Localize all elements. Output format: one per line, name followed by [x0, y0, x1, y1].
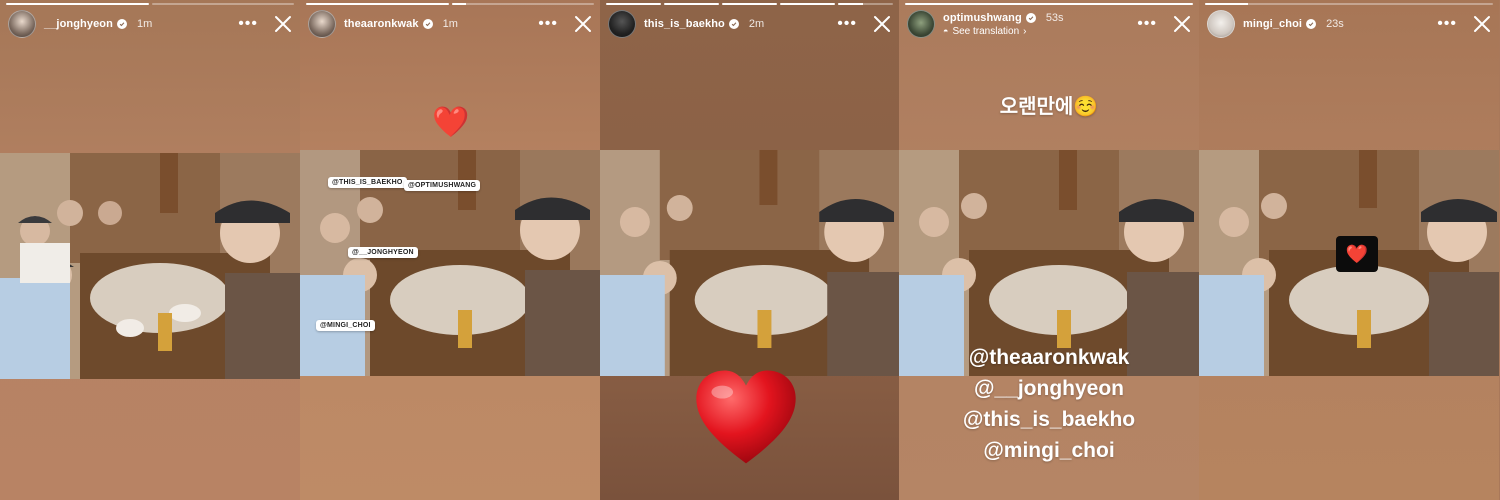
verified-badge-icon: [1306, 19, 1317, 29]
story-meta: theaaronkwak 1m: [344, 18, 458, 30]
avatar[interactable]: [1207, 10, 1235, 38]
post-time: 23s: [1326, 18, 1344, 30]
close-icon[interactable]: [274, 15, 292, 33]
story-controls: •••: [538, 15, 592, 33]
story-meta: this_is_baekho 2m: [644, 18, 764, 30]
story-meta: __jonghyeon 1m: [44, 18, 152, 30]
more-options-icon[interactable]: •••: [1437, 16, 1457, 32]
story-progress-bars: [1205, 3, 1493, 5]
more-options-icon[interactable]: •••: [1137, 16, 1157, 32]
see-translation-label: See translation: [952, 25, 1020, 37]
caption-text: 오랜만에: [999, 96, 1074, 118]
story-header: theaaronkwak 1m •••: [308, 10, 592, 38]
user-line: __jonghyeon 1m: [44, 18, 152, 30]
avatar[interactable]: [8, 10, 36, 38]
large-heart-icon: [692, 362, 800, 474]
heart-sticker-icon: ❤️: [432, 106, 470, 139]
verified-badge-icon: [116, 19, 127, 29]
translate-icon: ◓: [943, 26, 949, 36]
story-header: mingi_choi 23s •••: [1207, 10, 1491, 38]
mention-link[interactable]: @mingi_choi: [899, 435, 1199, 466]
user-line: mingi_choi 23s: [1243, 18, 1344, 30]
username[interactable]: mingi_choi: [1243, 18, 1302, 30]
more-options-icon[interactable]: •••: [837, 16, 857, 32]
story-controls: •••: [1137, 15, 1191, 33]
close-icon[interactable]: [1473, 15, 1491, 33]
progress-segment: [6, 3, 149, 5]
post-time: 2m: [748, 18, 765, 30]
avatar[interactable]: [608, 10, 636, 38]
user-line: this_is_baekho 2m: [644, 18, 764, 30]
story-meta: optimushwang 53s ◓ See translation ›: [943, 12, 1064, 37]
mention-tag[interactable]: @MINGI_CHOI: [316, 320, 375, 331]
mention-link[interactable]: @theaaronkwak: [899, 342, 1199, 373]
close-icon[interactable]: [873, 15, 891, 33]
close-icon[interactable]: [574, 15, 592, 33]
avatar[interactable]: [308, 10, 336, 38]
see-translation-link[interactable]: ◓ See translation ›: [943, 26, 1064, 37]
story-controls: •••: [1437, 15, 1491, 33]
user-line: optimushwang 53s: [943, 12, 1064, 24]
story-photo: [600, 150, 899, 376]
chevron-right-icon: ›: [1023, 25, 1027, 37]
story-header: optimushwang 53s ◓ See translation › •••: [907, 10, 1191, 38]
post-time: 1m: [136, 18, 153, 30]
post-time: 1m: [442, 18, 458, 30]
mention-tag[interactable]: @THIS_IS_BAEKHO: [328, 177, 407, 188]
story-panel-4[interactable]: optimushwang 53s ◓ See translation › •••…: [899, 0, 1199, 500]
username[interactable]: optimushwang: [943, 12, 1022, 24]
progress-segment: [306, 3, 449, 5]
username[interactable]: __jonghyeon: [44, 18, 113, 30]
story-panel-2[interactable]: theaaronkwak 1m ••• ❤️ @THIS_IS_BAEKHO @…: [300, 0, 600, 500]
username[interactable]: theaaronkwak: [344, 18, 419, 30]
mention-link[interactable]: @this_is_baekho: [899, 404, 1199, 435]
story-header: __jonghyeon 1m •••: [8, 10, 292, 38]
story-caption: 오랜만에☺️: [899, 90, 1199, 119]
progress-segment: [606, 3, 661, 5]
progress-segment: [722, 3, 777, 5]
story-panel-3[interactable]: this_is_baekho 2m •••: [600, 0, 899, 500]
story-progress-bars: [606, 3, 893, 5]
mention-link[interactable]: @__jonghyeon: [899, 373, 1199, 404]
stories-strip: __jonghyeon 1m ••• theaaronkwak 1m ••• ❤…: [0, 0, 1500, 500]
user-line: theaaronkwak 1m: [344, 18, 458, 30]
story-photo: [0, 153, 300, 379]
story-progress-bars: [6, 3, 294, 5]
story-progress-bars: [306, 3, 594, 5]
avatar[interactable]: [907, 10, 935, 38]
story-header: this_is_baekho 2m •••: [608, 10, 891, 38]
story-meta: mingi_choi 23s: [1243, 18, 1344, 30]
story-controls: •••: [238, 15, 292, 33]
mention-tag[interactable]: @__JONGHYEON: [348, 247, 418, 258]
more-options-icon[interactable]: •••: [238, 16, 258, 32]
story-panel-5[interactable]: mingi_choi 23s ••• ❤️: [1199, 0, 1499, 500]
close-icon[interactable]: [1173, 15, 1191, 33]
progress-segment: [451, 3, 594, 5]
verified-badge-icon: [1025, 12, 1036, 23]
verified-badge-icon: [728, 19, 739, 29]
story-panel-1[interactable]: __jonghyeon 1m •••: [0, 0, 300, 500]
more-options-icon[interactable]: •••: [538, 16, 558, 32]
smiling-face-icon: ☺️: [1073, 96, 1099, 118]
mention-tag[interactable]: @OPTIMUSHWANG: [404, 180, 481, 191]
progress-segment: [838, 3, 893, 5]
story-controls: •••: [837, 15, 891, 33]
progress-segment: [1205, 3, 1493, 5]
username[interactable]: this_is_baekho: [644, 18, 725, 30]
progress-segment: [664, 3, 719, 5]
progress-segment: [780, 3, 835, 5]
story-progress-bars: [905, 3, 1193, 5]
mention-list: @theaaronkwak @__jonghyeon @this_is_baek…: [899, 342, 1199, 466]
progress-segment: [905, 3, 1193, 5]
progress-segment: [151, 3, 294, 5]
verified-badge-icon: [422, 19, 433, 29]
heart-sticker-icon: ❤️: [1336, 236, 1378, 272]
post-time: 53s: [1045, 11, 1064, 24]
